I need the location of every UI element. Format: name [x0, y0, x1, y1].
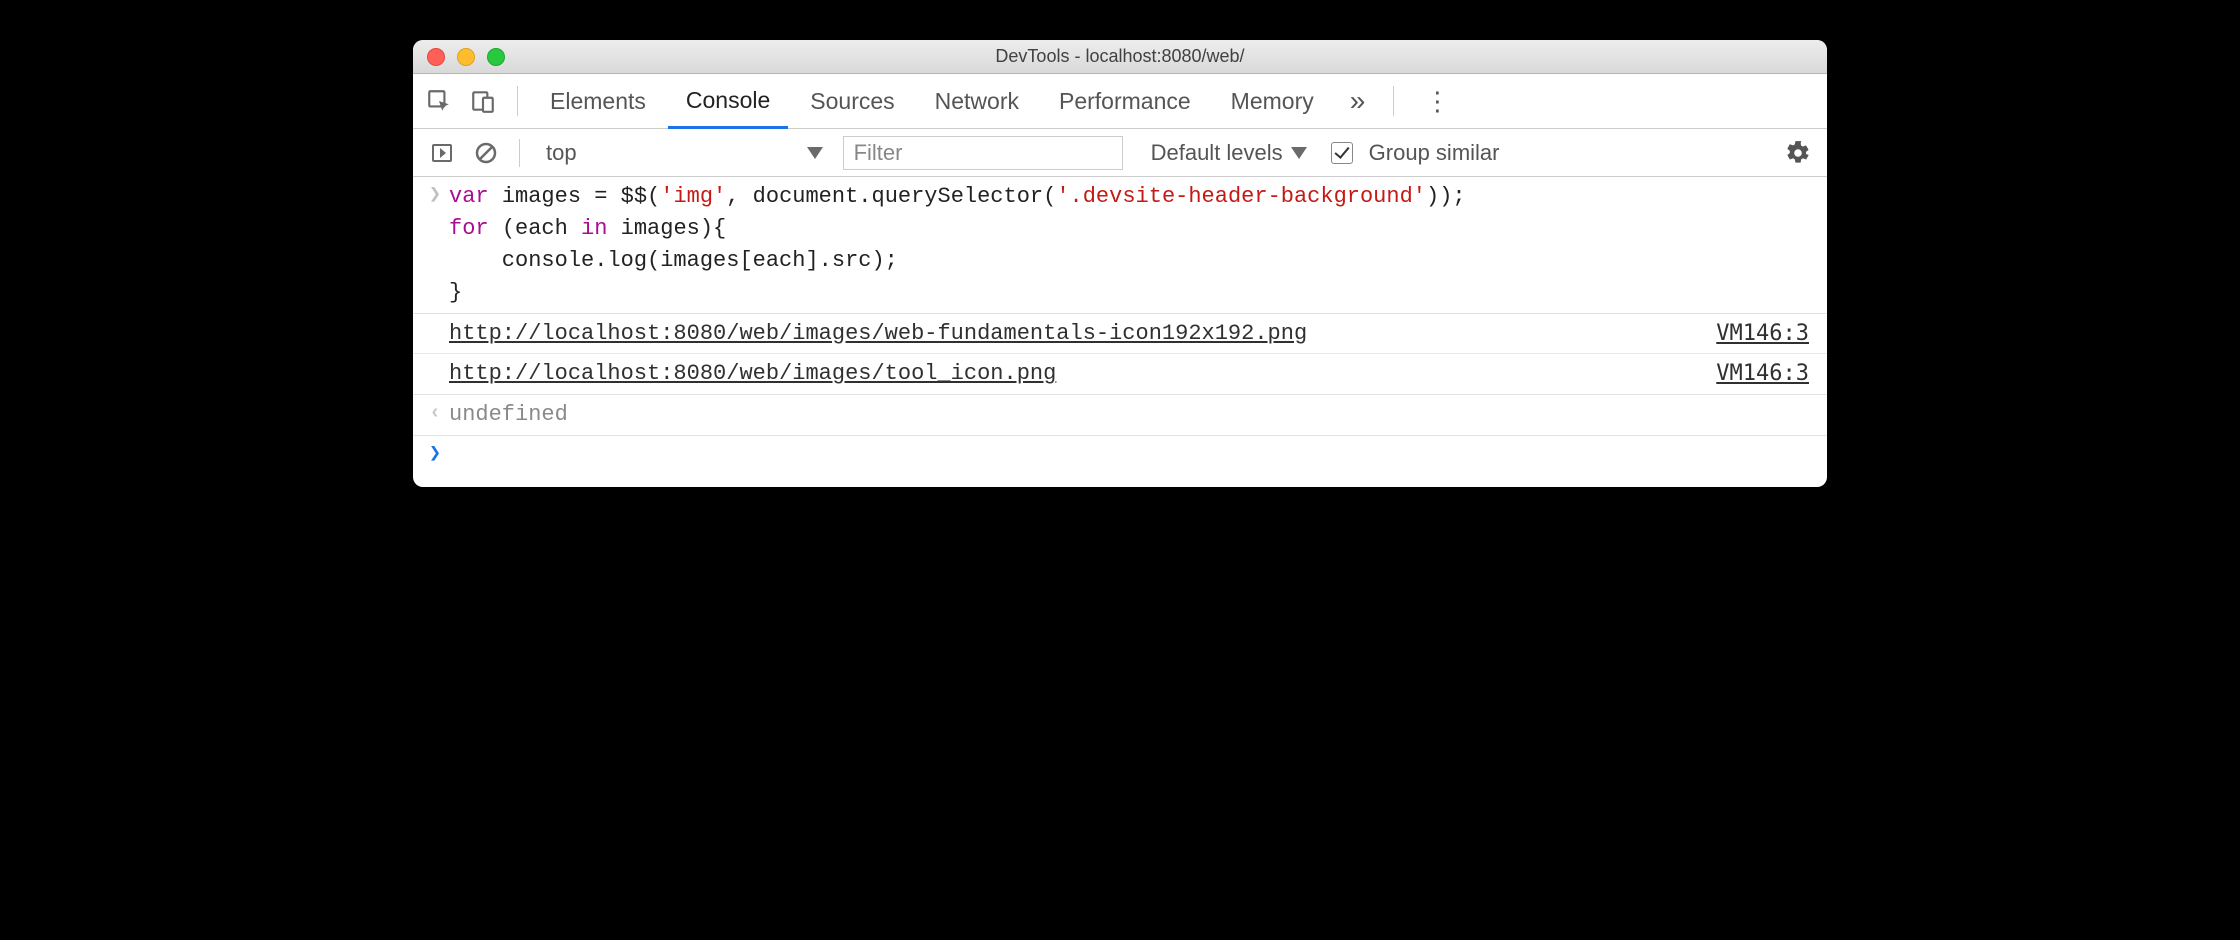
separator	[517, 86, 518, 116]
tab-memory[interactable]: Memory	[1213, 74, 1332, 128]
return-value: undefined	[449, 399, 1815, 431]
tab-sources[interactable]: Sources	[792, 74, 912, 128]
toggle-sidebar-icon[interactable]	[425, 136, 459, 170]
console-input-code: var images = $$('img', document.querySel…	[449, 181, 1815, 309]
filter-input[interactable]	[843, 136, 1123, 170]
context-selector-label: top	[546, 140, 577, 166]
console-toolbar: top Default levels Group similar	[413, 129, 1827, 177]
tab-label: Console	[686, 87, 770, 114]
tab-label: Network	[935, 88, 1019, 115]
dropdown-triangle-icon	[807, 147, 823, 159]
tab-label: Performance	[1059, 88, 1191, 115]
devtools-window: DevTools - localhost:8080/web/ Elements …	[413, 40, 1827, 487]
titlebar: DevTools - localhost:8080/web/	[413, 40, 1827, 74]
tab-performance[interactable]: Performance	[1041, 74, 1209, 128]
kebab-icon: ⋮	[1424, 86, 1450, 116]
console-settings-button[interactable]	[1781, 136, 1815, 170]
console-prompt-input[interactable]	[449, 440, 1815, 469]
tab-console[interactable]: Console	[668, 75, 788, 129]
close-window-button[interactable]	[427, 48, 445, 66]
separator	[1393, 86, 1394, 116]
tabs-overflow-button[interactable]: »	[1336, 85, 1380, 117]
log-levels-label: Default levels	[1151, 140, 1283, 166]
clear-console-icon[interactable]	[469, 136, 503, 170]
dropdown-triangle-icon	[1291, 147, 1307, 159]
context-selector[interactable]: top	[536, 136, 833, 170]
more-options-button[interactable]: ⋮	[1408, 86, 1466, 117]
tab-network[interactable]: Network	[917, 74, 1037, 128]
console-log-row: http://localhost:8080/web/images/web-fun…	[413, 313, 1827, 354]
device-toolbar-icon[interactable]	[463, 81, 503, 121]
tab-label: Sources	[810, 88, 894, 115]
console-body: var images = $$('img', document.querySel…	[413, 177, 1827, 487]
console-log-row: http://localhost:8080/web/images/tool_ic…	[413, 353, 1827, 394]
inspect-element-icon[interactable]	[419, 81, 459, 121]
panel-tabs: Elements Console Sources Network Perform…	[413, 74, 1827, 129]
tab-label: Elements	[550, 88, 646, 115]
log-source-link[interactable]: VM146:3	[1716, 318, 1809, 350]
log-levels-selector[interactable]: Default levels	[1151, 140, 1307, 166]
separator	[519, 139, 520, 167]
tab-label: Memory	[1231, 88, 1314, 115]
log-url-link[interactable]: http://localhost:8080/web/images/web-fun…	[449, 318, 1307, 350]
prompt-icon	[421, 181, 449, 309]
tab-elements[interactable]: Elements	[532, 74, 664, 128]
window-controls	[413, 48, 505, 66]
zoom-window-button[interactable]	[487, 48, 505, 66]
prompt-icon	[421, 440, 449, 469]
console-input-row[interactable]: var images = $$('img', document.querySel…	[413, 177, 1827, 313]
return-icon	[421, 399, 449, 431]
group-similar-label: Group similar	[1369, 140, 1500, 166]
console-return-row: undefined	[413, 394, 1827, 435]
console-prompt-row[interactable]	[413, 435, 1827, 487]
log-url-link[interactable]: http://localhost:8080/web/images/tool_ic…	[449, 358, 1056, 390]
window-title: DevTools - localhost:8080/web/	[413, 46, 1827, 67]
minimize-window-button[interactable]	[457, 48, 475, 66]
chevron-right-double-icon: »	[1350, 85, 1366, 116]
log-source-link[interactable]: VM146:3	[1716, 358, 1809, 390]
group-similar-checkbox[interactable]	[1331, 142, 1353, 164]
